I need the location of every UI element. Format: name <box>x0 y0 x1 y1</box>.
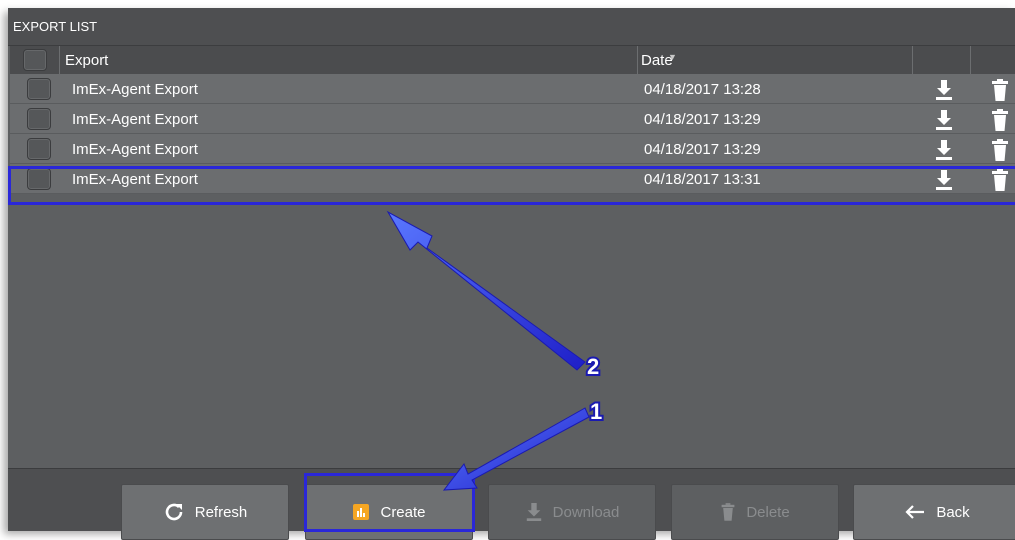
row-date: 04/18/2017 13:29 <box>644 141 761 158</box>
row-export-name: ImEx-Agent Export <box>72 171 198 188</box>
row-date: 04/18/2017 13:29 <box>644 111 761 128</box>
download-label: Download <box>552 503 620 521</box>
trash-icon[interactable] <box>990 109 1010 131</box>
create-button[interactable]: Create <box>305 484 473 540</box>
header-date-label: Date <box>641 52 673 69</box>
header-export-cell[interactable]: Export ▼ <box>60 46 677 74</box>
table-row[interactable]: ImEx-Agent Export 04/18/2017 13:28 <box>10 74 1015 104</box>
table-row[interactable]: ImEx-Agent Export 04/18/2017 13:29 <box>10 134 1015 164</box>
row-export-name: ImEx-Agent Export <box>72 111 198 128</box>
export-list-panel: EXPORT LIST Export ▼ Date ImEx-Agent Exp… <box>8 8 1015 540</box>
row-checkbox[interactable] <box>27 138 51 160</box>
export-table: Export ▼ Date ImEx-Agent Export 04/18/20… <box>10 46 1015 468</box>
trash-icon[interactable] <box>990 139 1010 161</box>
delete-button[interactable]: Delete <box>671 484 839 540</box>
download-icon[interactable] <box>934 79 954 101</box>
row-export-name: ImEx-Agent Export <box>72 81 198 98</box>
trash-icon[interactable] <box>990 79 1010 101</box>
refresh-icon <box>165 503 183 521</box>
back-arrow-icon <box>905 505 925 519</box>
button-bar: Refresh Create Download Delete Back <box>8 468 1015 540</box>
table-row[interactable]: ImEx-Agent Export 04/18/2017 13:31 <box>10 164 1015 194</box>
delete-label: Delete <box>746 503 790 521</box>
create-label: Create <box>380 503 426 521</box>
header-date-cell[interactable]: Date <box>638 46 913 74</box>
download-icon[interactable] <box>934 139 954 161</box>
download-icon[interactable] <box>934 109 954 131</box>
table-row[interactable]: ImEx-Agent Export 04/18/2017 13:29 <box>10 104 1015 134</box>
download-button[interactable]: Download <box>488 484 656 540</box>
delete-icon <box>721 503 735 521</box>
download-icon <box>526 503 541 521</box>
refresh-label: Refresh <box>194 503 248 521</box>
back-label: Back <box>936 503 970 521</box>
download-icon[interactable] <box>934 169 954 191</box>
row-export-name: ImEx-Agent Export <box>72 141 198 158</box>
header-select-cell <box>10 46 60 74</box>
select-all-checkbox[interactable] <box>23 49 47 71</box>
trash-icon[interactable] <box>990 169 1010 191</box>
row-checkbox[interactable] <box>27 78 51 100</box>
row-checkbox[interactable] <box>27 108 51 130</box>
row-checkbox[interactable] <box>27 168 51 190</box>
refresh-button[interactable]: Refresh <box>121 484 289 540</box>
header-download-col <box>913 46 971 74</box>
panel-title: EXPORT LIST <box>8 8 1015 46</box>
row-date: 04/18/2017 13:31 <box>644 171 761 188</box>
header-delete-col <box>971 46 1015 74</box>
create-icon <box>353 504 370 520</box>
back-button[interactable]: Back <box>853 484 1015 540</box>
row-date: 04/18/2017 13:28 <box>644 81 761 98</box>
table-header: Export ▼ Date <box>10 46 1015 74</box>
header-export-label: Export <box>65 52 109 69</box>
